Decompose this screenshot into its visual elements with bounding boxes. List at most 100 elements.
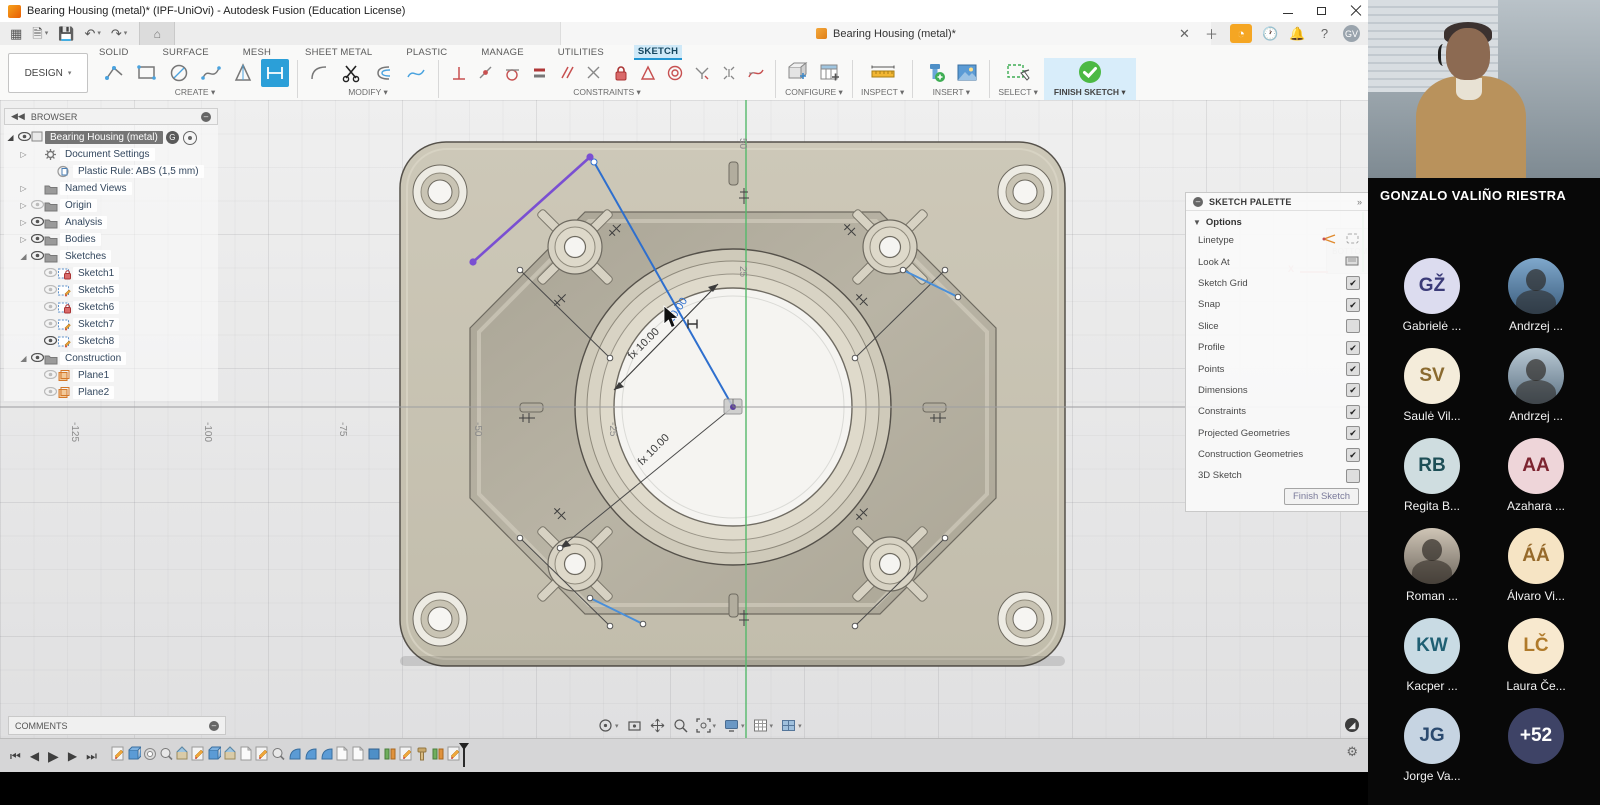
offset-tool[interactable]: [370, 59, 398, 87]
viewports-icon[interactable]: ▾: [781, 718, 802, 733]
browser-item-sketch8[interactable]: Sketch8: [4, 333, 218, 350]
visibility-eye-icon[interactable]: [43, 370, 57, 382]
save-button[interactable]: 💾: [58, 27, 74, 40]
equal-constraint-tool[interactable]: [528, 59, 551, 87]
group-label-constraints[interactable]: CONSTRAINTS ▾: [573, 87, 641, 100]
collapse-panel-icon[interactable]: ◀◀: [11, 111, 25, 122]
fillet-tool[interactable]: [306, 59, 334, 87]
participant-tile[interactable]: +52: [1484, 708, 1588, 786]
sketch-grid-checkbox[interactable]: ✔: [1346, 276, 1360, 290]
browser-item-sketch6[interactable]: Sketch6: [4, 299, 218, 316]
browser-item-origin[interactable]: ▷Origin: [4, 197, 218, 214]
feedback-icon[interactable]: ◢: [1345, 718, 1359, 732]
parallel-constraint-tool[interactable]: [555, 59, 578, 87]
go-to-start-button[interactable]: ⏮: [10, 749, 21, 764]
midpoint-constraint-tool[interactable]: [636, 59, 659, 87]
visibility-eye-icon[interactable]: [30, 200, 44, 212]
timeline-feature-fillet-13[interactable]: [303, 746, 317, 767]
ribbon-tab-solid[interactable]: SOLID: [95, 46, 133, 59]
look-at-icon[interactable]: [627, 718, 642, 733]
linetype-normal-icon[interactable]: [1346, 233, 1360, 248]
visibility-eye-icon[interactable]: [43, 302, 57, 314]
pan-icon[interactable]: [650, 718, 665, 733]
ribbon-tab-manage[interactable]: MANAGE: [477, 46, 527, 59]
participant-tile[interactable]: Roman ...: [1380, 528, 1484, 606]
browser-item-named-views[interactable]: ▷Named Views: [4, 180, 218, 197]
undo-button[interactable]: ↶▾: [84, 27, 100, 40]
timeline-feature-circle-3[interactable]: [143, 746, 157, 767]
visibility-eye-icon[interactable]: [43, 285, 57, 297]
zoom-icon[interactable]: [673, 718, 688, 733]
timeline-feature-fillet-14[interactable]: [319, 746, 333, 767]
timeline-feature-box-2[interactable]: [127, 746, 141, 767]
participant-tile[interactable]: JGJorge Va...: [1380, 708, 1484, 786]
orbit-icon[interactable]: ▾: [598, 718, 619, 733]
display-settings-icon[interactable]: ▾: [724, 718, 745, 733]
measure-tool[interactable]: [869, 59, 897, 87]
document-tab[interactable]: Bearing Housing (metal)*: [560, 22, 1211, 45]
participant-tile[interactable]: Andrzej ...: [1484, 258, 1588, 336]
timeline-feature-view-11[interactable]: [271, 746, 285, 767]
browser-item-document-settings[interactable]: ▷Document Settings: [4, 146, 218, 163]
browser-item-sketches[interactable]: ◢Sketches: [4, 248, 218, 265]
slice-checkbox[interactable]: [1346, 319, 1360, 333]
close-button[interactable]: [1350, 5, 1362, 17]
horizontal-vertical-constraint-tool[interactable]: [447, 59, 470, 87]
select-tool[interactable]: [1004, 59, 1032, 87]
user-avatar[interactable]: GV: [1343, 25, 1360, 42]
timeline-feature-pattern-21[interactable]: [431, 746, 445, 767]
visibility-eye-icon[interactable]: [30, 353, 44, 365]
history-icon[interactable]: 🕐: [1262, 25, 1279, 42]
fix-constraint-tool[interactable]: [609, 59, 632, 87]
participant-tile[interactable]: LČLaura Če...: [1484, 618, 1588, 696]
timeline-feature-fillet-12[interactable]: [287, 746, 301, 767]
timeline-feature-bolt-20[interactable]: [415, 746, 429, 767]
job-status-icon[interactable]: ◔: [1230, 24, 1252, 43]
browser-item-construction[interactable]: ◢Construction: [4, 350, 218, 367]
ribbon-tab-sheet-metal[interactable]: SHEET METAL: [301, 46, 376, 59]
timeline-feature-doc-9[interactable]: [239, 746, 253, 767]
timeline-feature-sketch-10[interactable]: [255, 746, 269, 767]
browser-item-sketch5[interactable]: Sketch5: [4, 282, 218, 299]
perpendicular-constraint-tool[interactable]: [582, 59, 605, 87]
ribbon-tab-plastic[interactable]: PLASTIC: [402, 46, 451, 59]
timeline-position-marker[interactable]: [463, 745, 465, 767]
linetype-construction-icon[interactable]: [1322, 233, 1338, 248]
participant-tile[interactable]: RBRegita B...: [1380, 438, 1484, 516]
timeline-feature-sketch-1[interactable]: [111, 746, 125, 767]
timeline-feature-box2-17[interactable]: [367, 746, 381, 767]
timeline-feature-doc-16[interactable]: [351, 746, 365, 767]
curvature-constraint-tool[interactable]: [744, 59, 767, 87]
polygon-tool[interactable]: [229, 59, 257, 87]
3d-sketch-checkbox[interactable]: [1346, 469, 1360, 483]
browser-item-analysis[interactable]: ▷Analysis: [4, 214, 218, 231]
new-document-tab-icon[interactable]: ＋: [1203, 25, 1220, 42]
timeline-feature-doc-15[interactable]: [335, 746, 349, 767]
visibility-eye-icon[interactable]: [30, 234, 44, 246]
tangent-constraint-tool[interactable]: [501, 59, 524, 87]
visibility-eye-icon[interactable]: [30, 217, 44, 229]
browser-item-sketch1[interactable]: Sketch1: [4, 265, 218, 282]
step-back-button[interactable]: ◀: [30, 749, 39, 763]
visibility-eye-icon[interactable]: [43, 268, 57, 280]
group-label-modify[interactable]: MODIFY ▾: [348, 87, 388, 100]
browser-header[interactable]: ◀◀ BROWSER –: [4, 108, 218, 125]
redo-button[interactable]: ↷▾: [111, 27, 127, 40]
look-at-icon[interactable]: [1345, 255, 1360, 270]
timeline-feature-sketch-19[interactable]: [399, 746, 413, 767]
palette-header[interactable]: – SKETCH PALETTE »: [1186, 193, 1368, 211]
constraints-checkbox[interactable]: ✔: [1346, 405, 1360, 419]
group-label-insert[interactable]: INSERT ▾: [933, 87, 971, 100]
comments-menu-icon[interactable]: –: [209, 721, 219, 731]
timeline-feature-sketch-6[interactable]: [191, 746, 205, 767]
participant-tile[interactable]: GŽGabrielė ...: [1380, 258, 1484, 336]
break-tool[interactable]: [402, 59, 430, 87]
fit-icon[interactable]: ▾: [696, 718, 717, 733]
browser-item-root[interactable]: ◢Bearing Housing (metal)G: [4, 129, 218, 146]
palette-options-section[interactable]: ▼ Options: [1186, 211, 1368, 230]
visibility-eye-icon[interactable]: [17, 132, 31, 144]
file-menu-button[interactable]: 🗎▾: [32, 27, 48, 40]
participant-tile[interactable]: SVSaulė Vil...: [1380, 348, 1484, 426]
browser-item-plane2[interactable]: Plane2: [4, 384, 218, 401]
collinear-constraint-tool[interactable]: [717, 59, 740, 87]
